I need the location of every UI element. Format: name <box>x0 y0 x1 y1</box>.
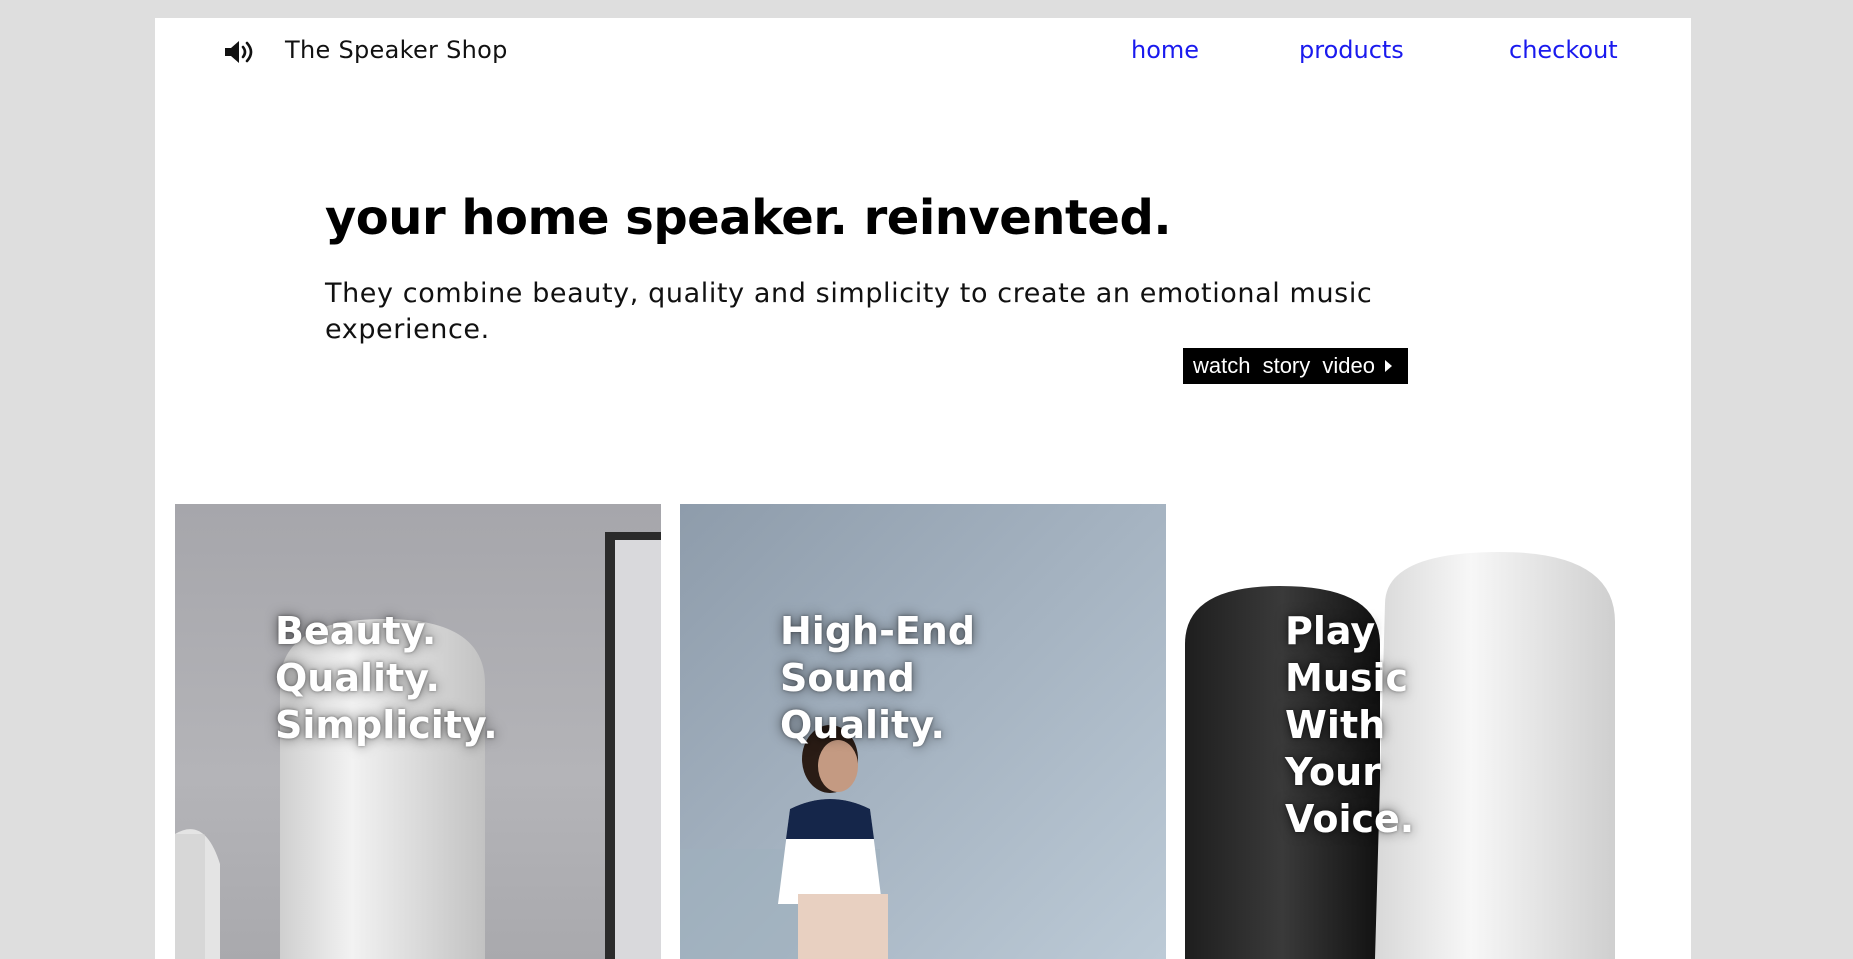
page: The Speaker Shop home products checkout … <box>155 18 1691 959</box>
card-line: Quality. <box>780 703 945 747</box>
brand-name: The Speaker Shop <box>285 36 508 64</box>
card-line: Music <box>1285 656 1409 700</box>
card-line: High-End <box>780 609 976 653</box>
card-line: Your <box>1285 750 1381 794</box>
card-line: Voice. <box>1285 797 1415 841</box>
play-triangle-icon <box>1384 360 1392 372</box>
card-line: Play <box>1285 609 1376 653</box>
speaker-volume-icon <box>225 41 253 63</box>
card-line: Sound <box>780 656 915 700</box>
card-headline: Play Music With Your Voice. <box>1285 608 1414 843</box>
card-line: Simplicity. <box>275 703 498 747</box>
card-line: Quality. <box>275 656 440 700</box>
card-headline: High-End Sound Quality. <box>780 608 975 749</box>
card-headline: Beauty. Quality. Simplicity. <box>275 608 498 749</box>
feature-card-voice[interactable]: Play Music With Your Voice. <box>1185 504 1671 959</box>
hero-subtitle: They combine beauty, quality and simplic… <box>325 278 1373 345</box>
site-header: The Speaker Shop home products checkout <box>155 18 1691 88</box>
hero-title: your home speaker. reinvented. <box>325 190 1172 246</box>
nav-home-link[interactable]: home <box>1131 36 1199 64</box>
nav-checkout-link[interactable]: checkout <box>1509 36 1618 64</box>
feature-card-sound[interactable]: High-End Sound Quality. <box>680 504 1166 959</box>
nav-products-link[interactable]: products <box>1299 36 1404 64</box>
watch-story-video-label: watch story video <box>1193 353 1375 378</box>
speakers-photo <box>1185 552 1615 959</box>
card-line: With <box>1285 703 1386 747</box>
watch-story-video-button[interactable]: watch story video <box>1183 348 1408 384</box>
feature-card-beauty[interactable]: Beauty. Quality. Simplicity. <box>175 504 661 959</box>
card-line: Beauty. <box>275 609 437 653</box>
